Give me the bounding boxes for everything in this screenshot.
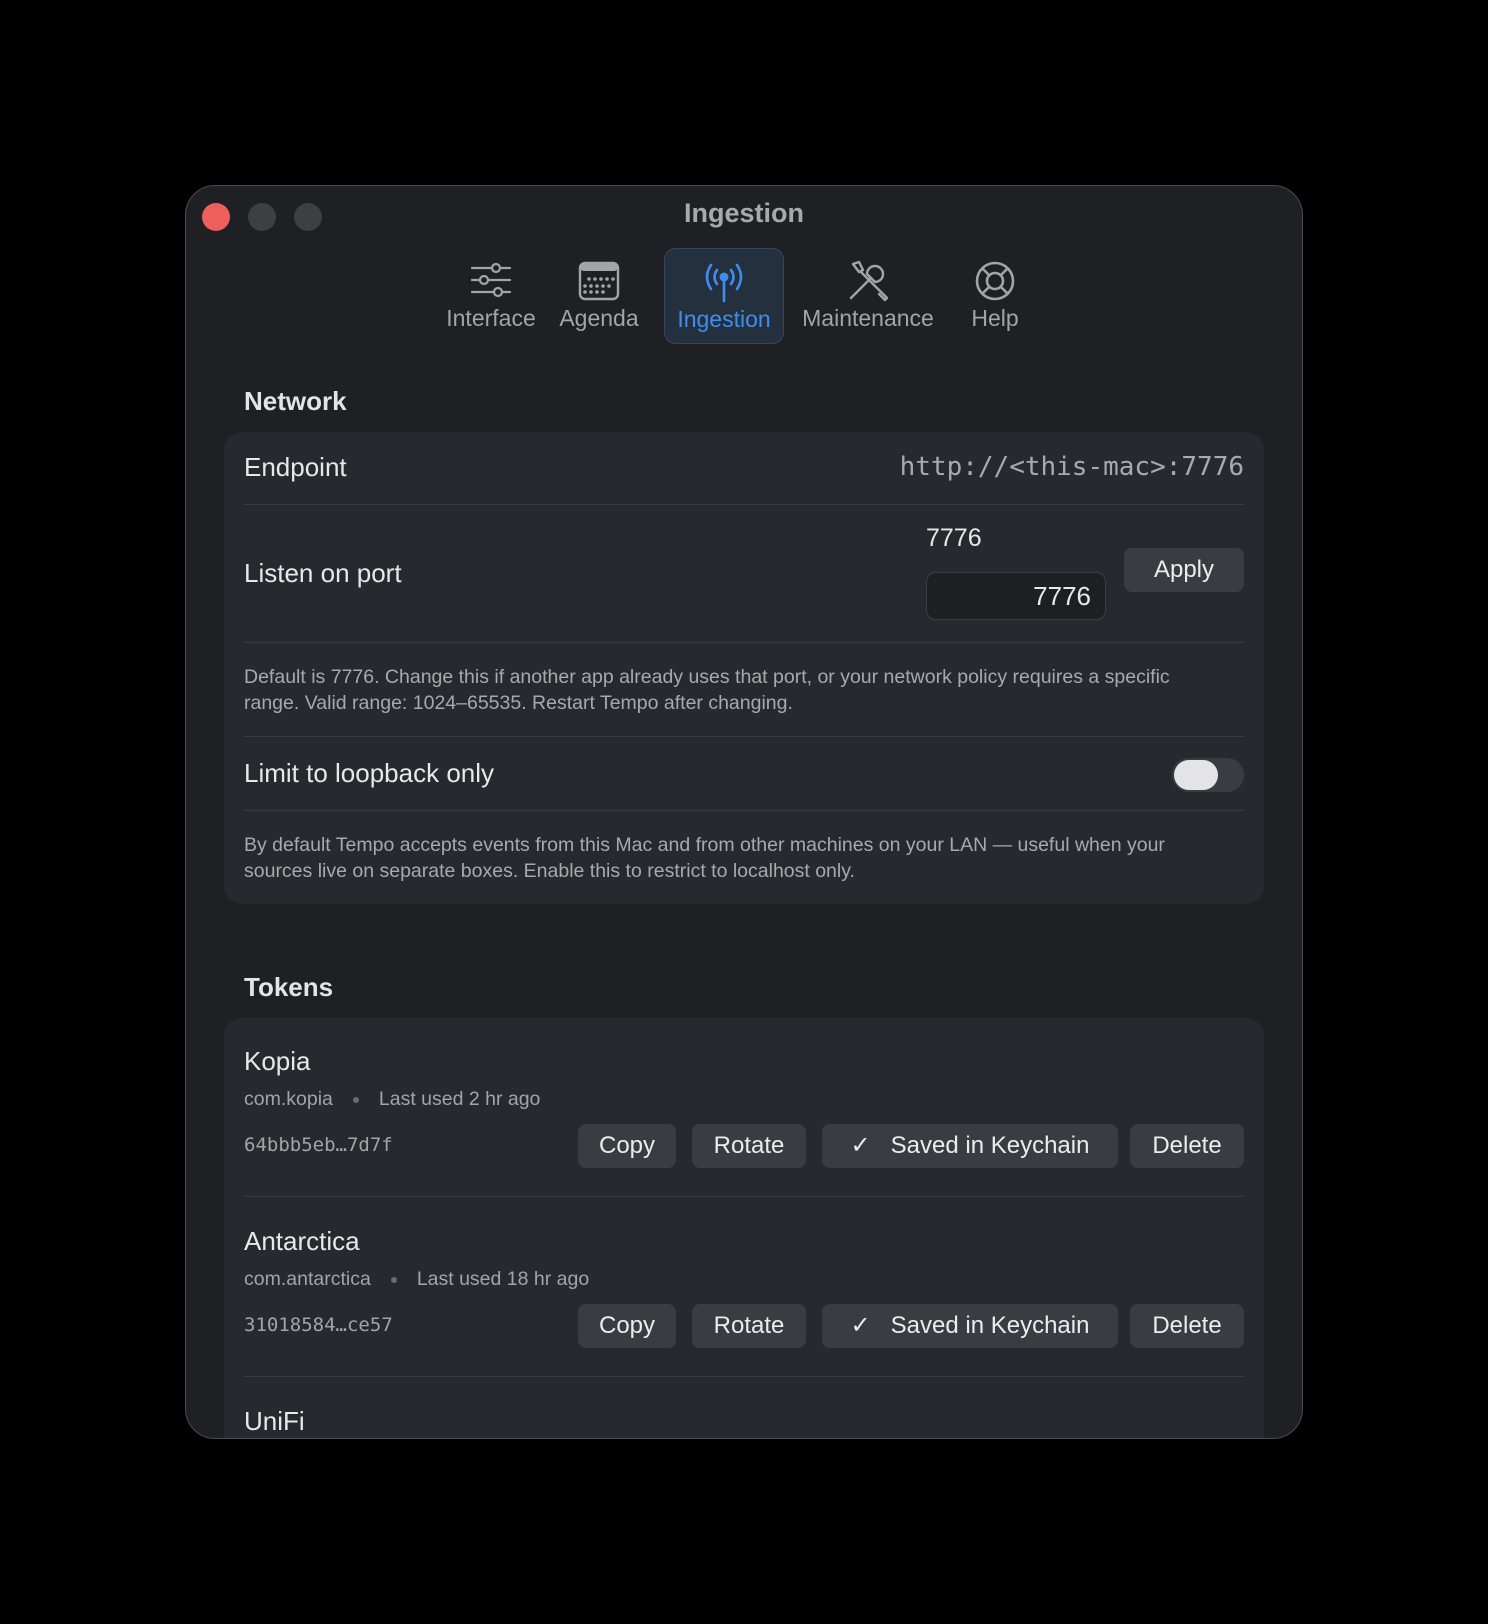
- divider: [244, 504, 1244, 505]
- tab-help[interactable]: Help: [958, 248, 1032, 342]
- tab-ingestion[interactable]: Ingestion: [664, 248, 784, 344]
- tokens-section-title: Tokens: [244, 972, 334, 1002]
- window-title: Ingestion: [684, 198, 804, 228]
- preferences-window: Ingestion Interface Agenda Ingestion Mai…: [185, 185, 1303, 1439]
- port-input[interactable]: [926, 572, 1106, 620]
- delete-token-button[interactable]: Delete: [1130, 1304, 1244, 1348]
- sliders-icon: [470, 262, 512, 298]
- preferences-toolbar: Interface Agenda Ingestion Maintenance H…: [186, 248, 1302, 344]
- token-meta: com.antarctica Last used 18 hr ago: [244, 1268, 589, 1291]
- rotate-token-button[interactable]: Rotate: [692, 1304, 806, 1348]
- token-bundle-id: com.antarctica: [244, 1268, 371, 1290]
- separator-dot: [390, 1276, 397, 1283]
- divider: [244, 1196, 1244, 1197]
- divider: [244, 1376, 1244, 1377]
- tab-maintenance-label: Maintenance: [802, 305, 934, 331]
- token-last-used: Last used 18 hr ago: [416, 1268, 590, 1290]
- checkmark-icon: ✓: [850, 1132, 871, 1159]
- delete-token-button[interactable]: Delete: [1130, 1124, 1244, 1168]
- endpoint-value: http://<this-mac>:7776: [899, 452, 1244, 482]
- antenna-icon: [705, 263, 743, 303]
- keychain-status-button[interactable]: ✓ Saved in Keychain: [822, 1124, 1118, 1168]
- lifebuoy-icon: [975, 261, 1015, 301]
- token-bundle-id: com.kopia: [244, 1088, 333, 1110]
- port-field-caption: 7776: [926, 524, 982, 552]
- token-last-used: Last used 2 hr ago: [378, 1088, 541, 1110]
- token-key-preview: 64bbb5eb…7d7f: [244, 1134, 393, 1156]
- divider: [244, 736, 1244, 737]
- copy-token-button[interactable]: Copy: [578, 1304, 676, 1348]
- keychain-label: Saved in Keychain: [890, 1132, 1090, 1159]
- network-card: Endpoint http://<this-mac>:7776 Listen o…: [224, 432, 1264, 904]
- divider: [244, 810, 1244, 811]
- divider: [244, 642, 1244, 643]
- ingestion-pane: Network Endpoint http://<this-mac>:7776 …: [186, 386, 1302, 1438]
- token-meta: com.kopia Last used 2 hr ago: [244, 1088, 540, 1111]
- keychain-status-button[interactable]: ✓ Saved in Keychain: [822, 1304, 1118, 1348]
- tab-agenda-label: Agenda: [559, 305, 639, 331]
- endpoint-label: Endpoint: [244, 452, 347, 482]
- calendar-icon: [578, 261, 620, 301]
- token-key-preview: 31018584…ce57: [244, 1314, 393, 1336]
- loopback-label: Limit to loopback only: [244, 758, 495, 788]
- copy-token-button[interactable]: Copy: [578, 1124, 676, 1168]
- keychain-label: Saved in Keychain: [890, 1312, 1090, 1339]
- tab-help-label: Help: [971, 305, 1019, 331]
- tab-maintenance[interactable]: Maintenance: [798, 248, 938, 342]
- token-name: Kopia: [244, 1046, 311, 1076]
- listen-port-label: Listen on port: [244, 558, 402, 588]
- port-help-text: Default is 7776. Change this if another …: [244, 666, 1170, 714]
- network-section-title: Network: [244, 386, 347, 416]
- apply-button[interactable]: Apply: [1124, 548, 1244, 592]
- tab-agenda[interactable]: Agenda: [554, 248, 644, 342]
- token-name: Antarctica: [244, 1226, 360, 1256]
- rotate-token-button[interactable]: Rotate: [692, 1124, 806, 1168]
- tab-ingestion-label: Ingestion: [677, 306, 771, 332]
- loopback-toggle[interactable]: [1172, 758, 1244, 792]
- checkmark-icon: ✓: [850, 1312, 871, 1339]
- tab-interface-label: Interface: [446, 305, 536, 331]
- tab-interface[interactable]: Interface: [438, 248, 544, 342]
- tokens-card: Kopia com.kopia Last used 2 hr ago 64bbb5…: [224, 1018, 1264, 1438]
- toggle-knob: [1174, 760, 1218, 790]
- token-name: UniFi: [244, 1406, 305, 1436]
- separator-dot: [352, 1096, 359, 1103]
- loopback-help-text: By default Tempo accepts events from thi…: [244, 834, 1165, 882]
- wrench-screwdriver-icon: [849, 260, 889, 302]
